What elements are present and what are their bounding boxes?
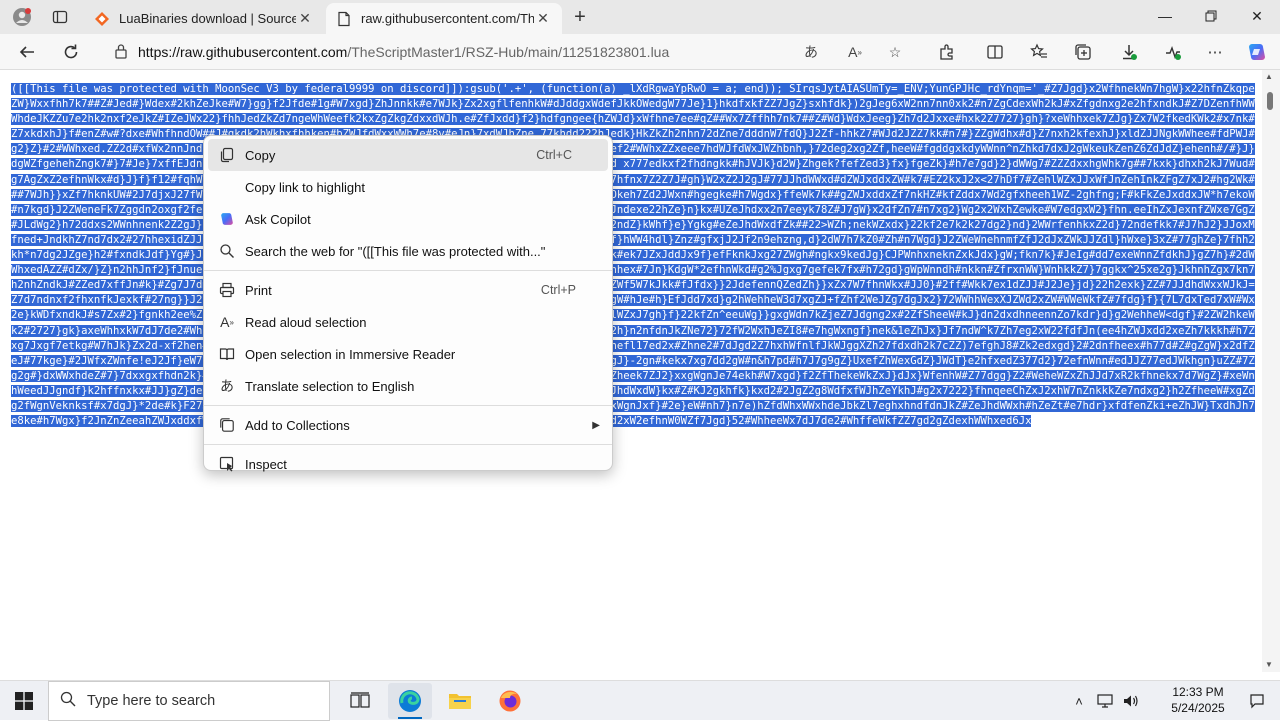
restore-icon[interactable]: [1188, 0, 1234, 32]
menu-item-print[interactable]: Print Ctrl+P: [204, 274, 612, 306]
address-bar[interactable]: https://raw.githubusercontent.com/TheScr…: [104, 37, 916, 67]
vertical-scrollbar[interactable]: ▲ ▼: [1262, 70, 1280, 672]
menu-separator: [204, 270, 612, 271]
document-favicon-icon: [336, 11, 352, 27]
split-screen-icon[interactable]: [980, 38, 1010, 66]
sourceforge-favicon-icon: [94, 11, 110, 27]
browser-toolbar: https://raw.githubusercontent.com/TheScr…: [0, 34, 1280, 70]
menu-item-label: Copy link to highlight: [245, 179, 365, 195]
tab-bar: LuaBinaries download | SourceForge.net ✕…: [0, 0, 1280, 34]
menu-item-search-web[interactable]: Search the web for "([[This file was pro…: [204, 235, 612, 267]
file-explorer-icon[interactable]: [438, 683, 482, 719]
windows-taskbar: Type here to search ˄ 12:33 PM 5/24/2025: [0, 680, 1280, 721]
menu-item-label: Print: [245, 282, 272, 298]
network-icon[interactable]: [1094, 681, 1116, 721]
edge-browser-icon[interactable]: [388, 683, 432, 719]
downloads-icon[interactable]: [1114, 38, 1144, 66]
menu-item-label: Search the web for "([[This file was pro…: [245, 243, 546, 259]
translate-page-icon[interactable]: あ: [798, 40, 824, 64]
copilot-icon: [216, 210, 238, 228]
lua-source-text[interactable]: ([[This file was protected with MoonSec …: [11, 82, 1256, 429]
scroll-down-icon[interactable]: ▼: [1265, 660, 1273, 669]
windows-start-icon[interactable]: [0, 681, 48, 721]
favorites-icon[interactable]: [1024, 38, 1054, 66]
system-clock[interactable]: 12:33 PM 5/24/2025: [1160, 684, 1236, 716]
menu-item-add-to-collections[interactable]: Add to Collections ▶: [204, 409, 612, 441]
taskbar-search-box[interactable]: Type here to search: [48, 681, 330, 721]
settings-more-icon[interactable]: ⋯: [1200, 38, 1230, 66]
collections-icon[interactable]: [1068, 38, 1098, 66]
copilot-icon[interactable]: [1242, 38, 1272, 66]
search-icon: [49, 691, 87, 711]
clock-date: 5/24/2025: [1171, 701, 1225, 715]
url-host: https://raw.githubusercontent.com: [138, 44, 348, 60]
tab-close-icon[interactable]: ✕: [534, 10, 552, 27]
performance-icon[interactable]: [1158, 38, 1188, 66]
menu-item-shortcut: Ctrl+C: [536, 148, 572, 162]
menu-item-label: Inspect: [245, 456, 287, 472]
tray-overflow-icon[interactable]: ˄: [1068, 681, 1090, 721]
url-path: /TheScriptMaster1/RSZ-Hub/main/112518238…: [347, 44, 670, 60]
notifications-icon[interactable]: [1244, 681, 1270, 721]
menu-item-label: Ask Copilot: [245, 211, 311, 227]
menu-item-label: Translate selection to English: [245, 378, 415, 394]
menu-item-ask-copilot[interactable]: Ask Copilot: [204, 203, 612, 235]
tab-raw-github[interactable]: raw.githubusercontent.com/TheScriptMaste…: [326, 3, 562, 34]
immersive-reader-icon: [216, 345, 238, 363]
menu-item-label: Read aloud selection: [245, 314, 367, 330]
search-icon: [216, 242, 238, 260]
firefox-icon[interactable]: [488, 683, 532, 719]
favorite-star-icon[interactable]: ☆: [882, 40, 908, 64]
lock-icon[interactable]: [104, 43, 138, 62]
clock-time: 12:33 PM: [1172, 685, 1224, 699]
menu-item-translate[interactable]: あ Translate selection to English: [204, 370, 612, 402]
collections-icon: [216, 416, 238, 434]
link-copy-icon: [216, 178, 238, 196]
task-view-icon[interactable]: [338, 683, 382, 719]
menu-separator: [204, 405, 612, 406]
menu-item-label: Copy: [245, 147, 276, 163]
tab-close-icon[interactable]: ✕: [296, 10, 314, 27]
extensions-icon[interactable]: [932, 38, 962, 66]
refresh-icon[interactable]: [56, 37, 86, 67]
copy-icon: [216, 146, 238, 164]
menu-item-copy-link-to-highlight[interactable]: Copy link to highlight: [204, 171, 612, 203]
search-placeholder: Type here to search: [87, 693, 216, 709]
tab-actions-icon[interactable]: [44, 2, 76, 32]
inspect-icon: [216, 455, 238, 473]
minimize-icon[interactable]: —: [1142, 0, 1188, 32]
menu-separator: [204, 444, 612, 445]
print-icon: [216, 281, 238, 299]
submenu-arrow-icon: ▶: [592, 419, 600, 431]
selected-code-text[interactable]: ([[This file was protected with MoonSec …: [11, 83, 1255, 428]
back-arrow-icon[interactable]: [12, 37, 42, 67]
context-menu: Copy Ctrl+C Copy link to highlight Ask C…: [203, 135, 613, 472]
menu-item-label: Open selection in Immersive Reader: [245, 346, 456, 362]
translate-icon: あ: [220, 378, 234, 394]
menu-item-inspect[interactable]: Inspect: [204, 448, 612, 480]
close-window-icon[interactable]: ✕: [1234, 0, 1280, 32]
volume-icon[interactable]: [1120, 681, 1142, 721]
new-tab-icon[interactable]: +: [566, 4, 594, 30]
tab-luabinaries[interactable]: LuaBinaries download | SourceForge.net ✕: [84, 3, 324, 34]
profile-avatar-icon[interactable]: [6, 2, 38, 32]
read-aloud-icon[interactable]: A»: [842, 40, 868, 64]
scrollbar-thumb[interactable]: [1267, 92, 1273, 110]
menu-item-copy[interactable]: Copy Ctrl+C: [208, 139, 608, 171]
tab-title: raw.githubusercontent.com/TheScriptMaste…: [361, 11, 534, 26]
tab-title: LuaBinaries download | SourceForge.net: [119, 11, 296, 26]
menu-item-read-aloud[interactable]: A» Read aloud selection: [204, 306, 612, 338]
scroll-up-icon[interactable]: ▲: [1265, 72, 1273, 81]
menu-item-immersive-reader[interactable]: Open selection in Immersive Reader: [204, 338, 612, 370]
menu-item-shortcut: Ctrl+P: [540, 283, 576, 297]
menu-item-label: Add to Collections: [245, 417, 350, 433]
read-aloud-icon: A»: [220, 314, 234, 330]
page-content: ([[This file was protected with MoonSec …: [0, 70, 1262, 672]
